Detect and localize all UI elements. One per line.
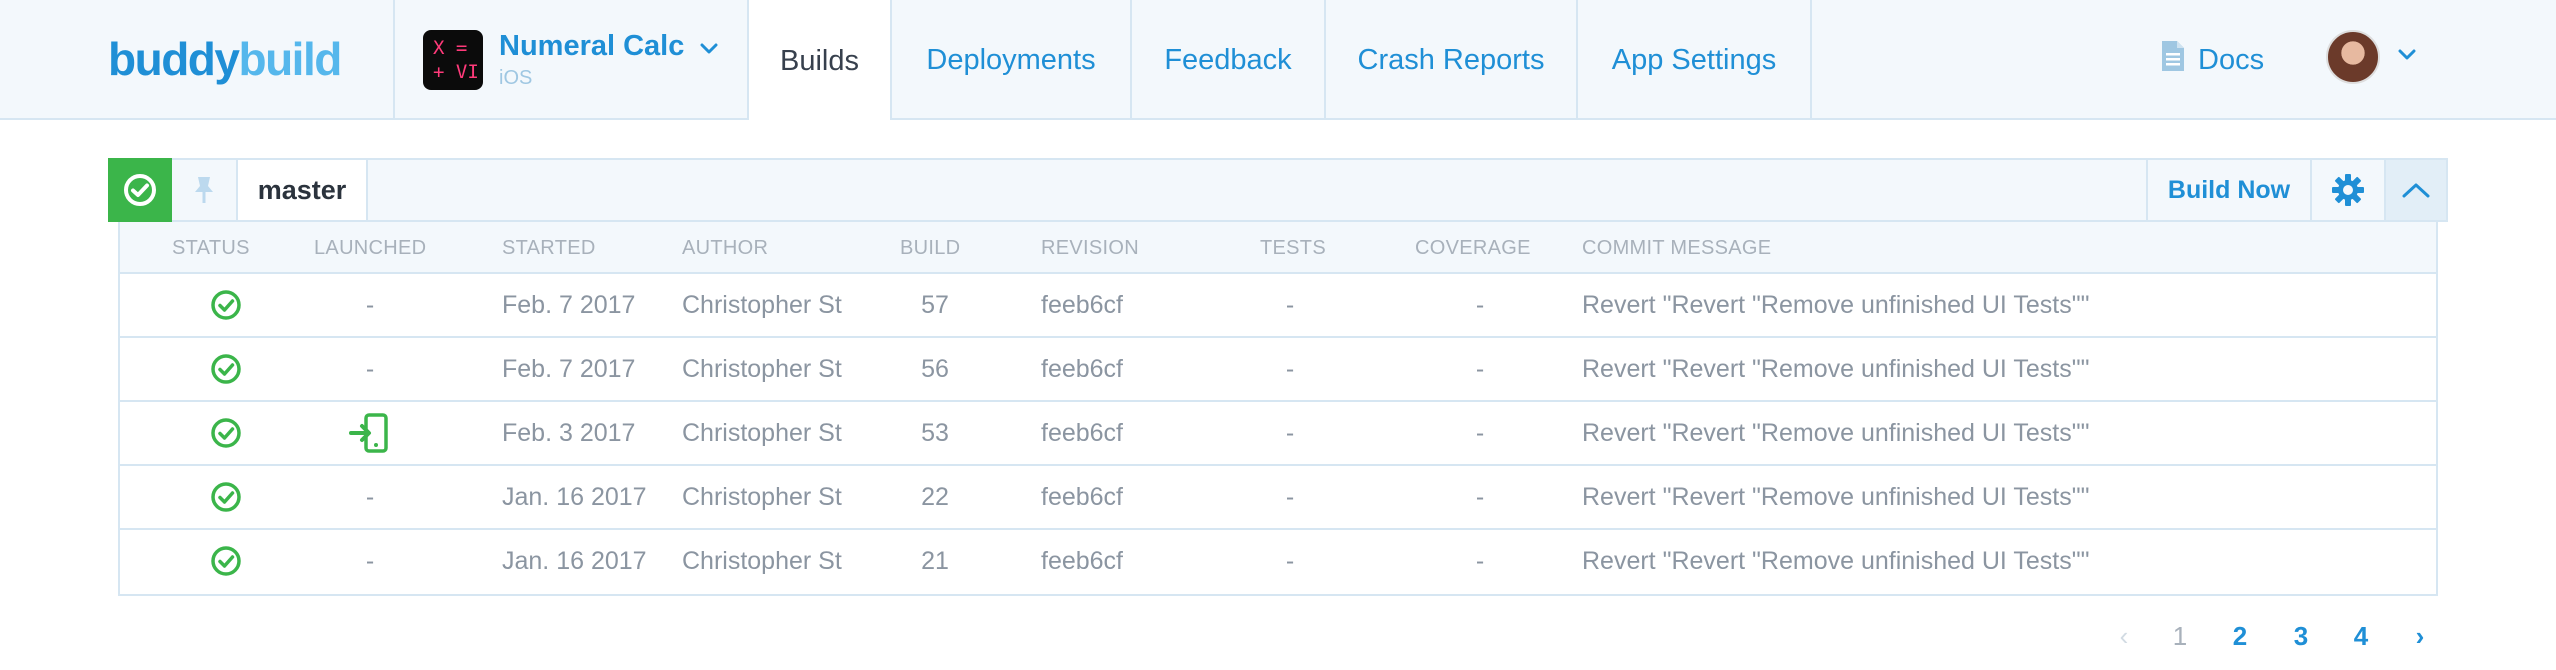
branch-settings-button[interactable] bbox=[2310, 160, 2384, 220]
build-number-cell: 56 bbox=[921, 354, 949, 383]
author-cell: Christopher St bbox=[682, 354, 842, 383]
coverage-cell: - bbox=[1475, 482, 1485, 511]
pagination: ‹ 1 2 3 4 › bbox=[0, 614, 2556, 658]
build-now-button[interactable]: Build Now bbox=[2146, 160, 2310, 220]
pin-icon bbox=[195, 177, 213, 203]
table-row[interactable]: - Feb. 7 2017 Christopher St 56 feeb6cf … bbox=[120, 338, 2436, 402]
table-row[interactable]: Feb. 3 2017 Christopher St 53 feeb6cf - … bbox=[120, 402, 2436, 466]
revision-cell: feeb6cf bbox=[1041, 546, 1124, 575]
status-success-icon bbox=[180, 338, 272, 400]
started-cell: Feb. 7 2017 bbox=[502, 354, 636, 383]
top-navbar: buddy build X = + VI Numeral Calc iOS Bui… bbox=[0, 0, 2556, 122]
coverage-cell: - bbox=[1475, 290, 1485, 319]
author-cell: Christopher St bbox=[682, 546, 842, 575]
chevron-down-icon bbox=[700, 30, 718, 63]
tests-cell: - bbox=[1285, 354, 1295, 383]
tab-feedback[interactable]: Feedback bbox=[1132, 0, 1324, 120]
started-cell: Jan. 16 2017 bbox=[502, 482, 647, 511]
tests-cell: - bbox=[1285, 418, 1295, 447]
avatar bbox=[2326, 30, 2380, 84]
branch-header: master Build Now bbox=[108, 158, 2448, 222]
tests-cell: - bbox=[1285, 482, 1295, 511]
app-icon: X = + VI bbox=[423, 30, 483, 90]
chevron-down-icon bbox=[2398, 48, 2416, 66]
table-header: STATUS LAUNCHED STARTED AUTHOR BUILD REV… bbox=[120, 222, 2436, 274]
buddybuild-logo[interactable]: buddy build bbox=[108, 30, 342, 88]
col-launched: LAUNCHED bbox=[314, 237, 427, 259]
col-author: AUTHOR bbox=[682, 237, 769, 259]
col-status: STATUS bbox=[172, 237, 250, 259]
author-cell: Christopher St bbox=[682, 290, 842, 319]
commit-message-cell: Revert "Revert "Remove unfinished UI Tes… bbox=[1582, 418, 2090, 447]
app-switcher[interactable]: X = + VI Numeral Calc iOS bbox=[393, 0, 747, 120]
table-row[interactable]: - Jan. 16 2017 Christopher St 21 feeb6cf… bbox=[120, 530, 2436, 594]
commit-message-cell: Revert "Revert "Remove unfinished UI Tes… bbox=[1582, 482, 2090, 511]
revision-cell: feeb6cf bbox=[1041, 482, 1124, 511]
build-number-cell: 57 bbox=[921, 290, 949, 319]
author-cell: Christopher St bbox=[682, 482, 842, 511]
pagination-prev[interactable]: ‹ bbox=[2104, 614, 2144, 658]
user-menu[interactable] bbox=[2326, 30, 2416, 84]
check-circle-icon bbox=[124, 174, 156, 206]
col-tests: TESTS bbox=[1260, 237, 1326, 259]
app-name: Numeral Calc bbox=[499, 30, 685, 62]
col-commit-message: COMMIT MESSAGE bbox=[1582, 237, 1772, 259]
status-success-icon bbox=[180, 402, 272, 464]
col-revision: REVISION bbox=[1041, 237, 1139, 259]
table-row[interactable]: - Jan. 16 2017 Christopher St 22 feeb6cf… bbox=[120, 466, 2436, 530]
pagination-page-3[interactable]: 3 bbox=[2281, 614, 2321, 658]
pagination-page-1[interactable]: 1 bbox=[2160, 614, 2200, 658]
coverage-cell: - bbox=[1475, 546, 1485, 575]
document-icon bbox=[2160, 39, 2198, 81]
commit-message-cell: Revert "Revert "Remove unfinished UI Tes… bbox=[1582, 354, 2090, 383]
tab-builds[interactable]: Builds bbox=[749, 0, 890, 122]
col-coverage: COVERAGE bbox=[1415, 237, 1531, 259]
started-cell: Feb. 7 2017 bbox=[502, 290, 636, 319]
status-success-icon bbox=[180, 530, 272, 592]
table-row[interactable]: - Feb. 7 2017 Christopher St 57 feeb6cf … bbox=[120, 274, 2436, 338]
build-number-cell: 21 bbox=[921, 546, 949, 575]
started-cell: Jan. 16 2017 bbox=[502, 546, 647, 575]
docs-link[interactable]: Docs bbox=[2160, 0, 2264, 120]
launched-cell: - bbox=[365, 546, 375, 575]
coverage-cell: - bbox=[1475, 354, 1485, 383]
launched-cell: - bbox=[365, 354, 375, 383]
revision-cell: feeb6cf bbox=[1041, 418, 1124, 447]
pin-branch-button[interactable] bbox=[172, 160, 238, 220]
divider bbox=[1810, 0, 1812, 120]
branch-status-success bbox=[108, 158, 172, 222]
col-started: STARTED bbox=[502, 237, 596, 259]
app-platform: iOS bbox=[499, 67, 533, 89]
status-success-icon bbox=[180, 466, 272, 528]
launched-cell: - bbox=[365, 482, 375, 511]
pagination-page-2[interactable]: 2 bbox=[2220, 614, 2260, 658]
branch-name[interactable]: master bbox=[238, 160, 368, 220]
revision-cell: feeb6cf bbox=[1041, 354, 1124, 383]
status-success-icon bbox=[180, 274, 272, 336]
pagination-page-4[interactable]: 4 bbox=[2341, 614, 2381, 658]
tests-cell: - bbox=[1285, 290, 1295, 319]
chevron-up-icon bbox=[2402, 183, 2430, 198]
started-cell: Feb. 3 2017 bbox=[502, 418, 636, 447]
launched-device-icon[interactable] bbox=[310, 402, 430, 464]
tests-cell: - bbox=[1285, 546, 1295, 575]
tab-crash-reports[interactable]: Crash Reports bbox=[1326, 0, 1576, 120]
pagination-next[interactable]: › bbox=[2400, 614, 2440, 658]
tab-deployments[interactable]: Deployments bbox=[892, 0, 1130, 120]
tab-app-settings[interactable]: App Settings bbox=[1578, 0, 1810, 120]
launched-cell: - bbox=[365, 290, 375, 319]
revision-cell: feeb6cf bbox=[1041, 290, 1124, 319]
commit-message-cell: Revert "Revert "Remove unfinished UI Tes… bbox=[1582, 546, 2090, 575]
collapse-button[interactable] bbox=[2384, 160, 2446, 220]
build-number-cell: 53 bbox=[921, 418, 949, 447]
col-build: BUILD bbox=[900, 237, 961, 259]
gear-icon bbox=[2332, 174, 2364, 206]
coverage-cell: - bbox=[1475, 418, 1485, 447]
builds-table: STATUS LAUNCHED STARTED AUTHOR BUILD REV… bbox=[118, 222, 2438, 596]
build-number-cell: 22 bbox=[921, 482, 949, 511]
commit-message-cell: Revert "Revert "Remove unfinished UI Tes… bbox=[1582, 290, 2090, 319]
author-cell: Christopher St bbox=[682, 418, 842, 447]
